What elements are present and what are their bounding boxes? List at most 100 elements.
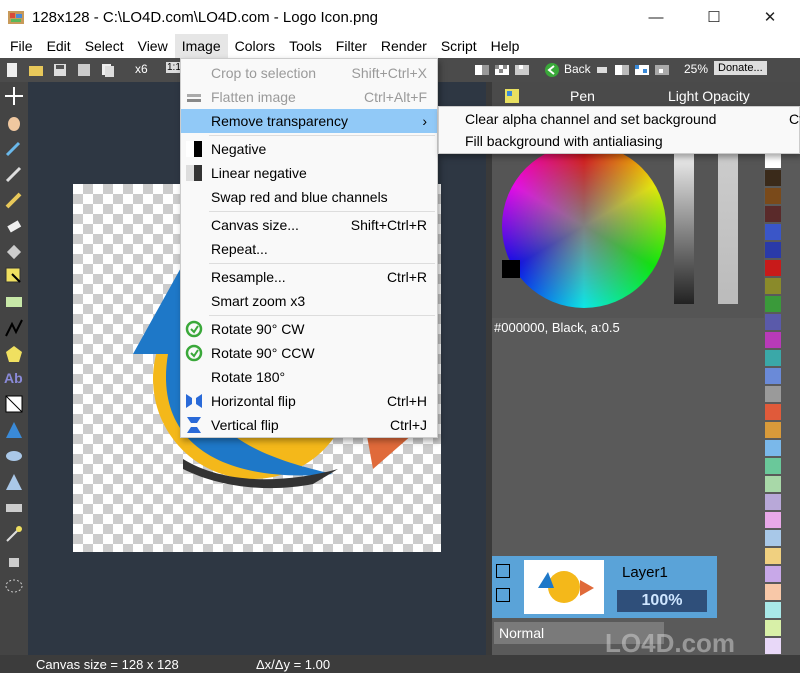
palette-swatch[interactable] <box>765 332 781 348</box>
current-color-swatch[interactable] <box>502 260 520 278</box>
pencil-tool-icon[interactable] <box>4 164 24 184</box>
palette-swatch[interactable] <box>765 440 781 456</box>
palette-swatch[interactable] <box>765 206 781 222</box>
donate-button[interactable]: Donate... <box>714 61 767 75</box>
color-picker-icon[interactable] <box>4 138 24 158</box>
save-as-icon[interactable] <box>76 62 92 78</box>
grid-toggle-icon[interactable] <box>654 62 670 78</box>
checker-icon[interactable] <box>494 62 510 78</box>
menu-item-negative[interactable]: Negative <box>181 137 437 161</box>
palette-swatch[interactable] <box>765 548 781 564</box>
eraser-icon[interactable] <box>594 62 610 78</box>
transparency-grid-icon[interactable] <box>514 62 530 78</box>
copy-icon[interactable] <box>100 62 116 78</box>
menu-item-remove-transparency[interactable]: Remove transparency › <box>181 109 437 133</box>
palette-swatch[interactable] <box>765 602 781 618</box>
minimize-button[interactable]: — <box>632 0 680 34</box>
submenu-clear-alpha[interactable]: Clear alpha channel and set background <box>465 111 716 127</box>
palette-swatch[interactable] <box>765 638 781 654</box>
move-tool-icon[interactable] <box>4 86 24 106</box>
palette-swatch[interactable] <box>765 170 781 186</box>
open-folder-icon[interactable] <box>28 62 44 78</box>
wand-tool-icon[interactable] <box>4 524 24 544</box>
layer-opacity[interactable]: 100% <box>617 590 707 612</box>
opacity-label[interactable]: Light Opacity <box>668 88 750 104</box>
palette-swatch[interactable] <box>765 458 781 474</box>
menu-item-repeat[interactable]: Repeat... <box>181 237 437 261</box>
select-tool-icon[interactable] <box>4 266 24 286</box>
layer-lock-icon[interactable] <box>496 588 510 602</box>
zoom-factor-label[interactable]: x6 <box>135 62 148 76</box>
menu-item-rotate-180[interactable]: Rotate 180° <box>181 365 437 389</box>
eraser-tool-icon[interactable] <box>4 216 24 236</box>
color-wheel[interactable] <box>502 144 666 308</box>
pen-label[interactable]: Pen <box>570 88 595 104</box>
value-slider[interactable] <box>674 154 694 304</box>
fade-icon[interactable] <box>614 62 630 78</box>
palette-swatch[interactable] <box>765 368 781 384</box>
zoom-percent[interactable]: 25% <box>684 62 708 76</box>
palette-swatch[interactable] <box>765 224 781 240</box>
pattern-icon[interactable] <box>634 62 650 78</box>
save-icon[interactable] <box>52 62 68 78</box>
menu-item-horizontal-flip[interactable]: Horizontal flip Ctrl+H <box>181 389 437 413</box>
maximize-button[interactable]: ☐ <box>690 0 738 34</box>
palette-swatch[interactable] <box>765 260 781 276</box>
palette-swatch[interactable] <box>765 386 781 402</box>
submenu-fill-background[interactable]: Fill background with antialiasing <box>465 133 663 149</box>
palette-swatch[interactable] <box>765 404 781 420</box>
palette-swatch[interactable] <box>765 152 781 168</box>
palette-swatch[interactable] <box>765 584 781 600</box>
layer-item[interactable]: Layer1 100% <box>492 556 717 618</box>
gradient-icon[interactable] <box>474 62 490 78</box>
menu-image[interactable]: Image <box>174 34 228 58</box>
menu-help[interactable]: Help <box>484 34 527 58</box>
palette-swatch[interactable] <box>765 350 781 366</box>
layer-name[interactable]: Layer1 <box>622 564 668 581</box>
palette-swatch[interactable] <box>765 476 781 492</box>
menu-item-smart-zoom[interactable]: Smart zoom x3 <box>181 289 437 313</box>
alpha-slider[interactable] <box>718 154 738 304</box>
new-file-icon[interactable] <box>4 62 20 78</box>
menu-colors[interactable]: Colors <box>228 34 282 58</box>
crop-tool-icon[interactable] <box>4 394 24 414</box>
line-tool-icon[interactable] <box>4 318 24 338</box>
smudge-tool-icon[interactable] <box>4 498 24 518</box>
close-button[interactable]: ✕ <box>746 0 794 34</box>
back-button[interactable]: Back <box>564 62 591 76</box>
palette-swatch[interactable] <box>765 242 781 258</box>
menu-select[interactable]: Select <box>78 34 131 58</box>
layer-visible-checkbox[interactable] <box>496 564 510 578</box>
menu-item-flatten-image[interactable]: Flatten image Ctrl+Alt+F <box>181 85 437 109</box>
menu-item-rotate-cw[interactable]: Rotate 90° CW <box>181 317 437 341</box>
palette-swatch[interactable] <box>765 314 781 330</box>
rectangle-tool-icon[interactable] <box>4 292 24 312</box>
brush-tool-icon[interactable] <box>4 190 24 210</box>
palette-swatch[interactable] <box>765 530 781 546</box>
blur-tool-icon[interactable] <box>4 446 24 466</box>
menu-filter[interactable]: Filter <box>329 34 374 58</box>
menu-item-resample[interactable]: Resample... Ctrl+R <box>181 265 437 289</box>
menu-item-swap-red-blue[interactable]: Swap red and blue channels <box>181 185 437 209</box>
menu-item-vertical-flip[interactable]: Vertical flip Ctrl+J <box>181 413 437 437</box>
hand-tool-icon[interactable] <box>4 112 24 132</box>
menu-script[interactable]: Script <box>434 34 484 58</box>
menu-file[interactable]: File <box>3 34 40 58</box>
menu-edit[interactable]: Edit <box>40 34 78 58</box>
palette-swatch[interactable] <box>765 566 781 582</box>
clone-tool-icon[interactable] <box>4 420 24 440</box>
menu-view[interactable]: View <box>131 34 175 58</box>
palette-swatch[interactable] <box>765 620 781 636</box>
palette-swatch[interactable] <box>765 296 781 312</box>
lasso-tool-icon[interactable] <box>4 576 24 596</box>
palette-swatch[interactable] <box>765 512 781 528</box>
triangle-tool-icon[interactable] <box>4 472 24 492</box>
menu-tools[interactable]: Tools <box>282 34 329 58</box>
palette-icon[interactable] <box>504 88 520 104</box>
stamp-tool-icon[interactable] <box>4 550 24 570</box>
fill-tool-icon[interactable] <box>4 242 24 262</box>
menu-render[interactable]: Render <box>374 34 434 58</box>
palette-swatch[interactable] <box>765 188 781 204</box>
text-tool-icon[interactable]: Ab <box>4 370 24 390</box>
menu-item-canvas-size[interactable]: Canvas size... Shift+Ctrl+R <box>181 213 437 237</box>
